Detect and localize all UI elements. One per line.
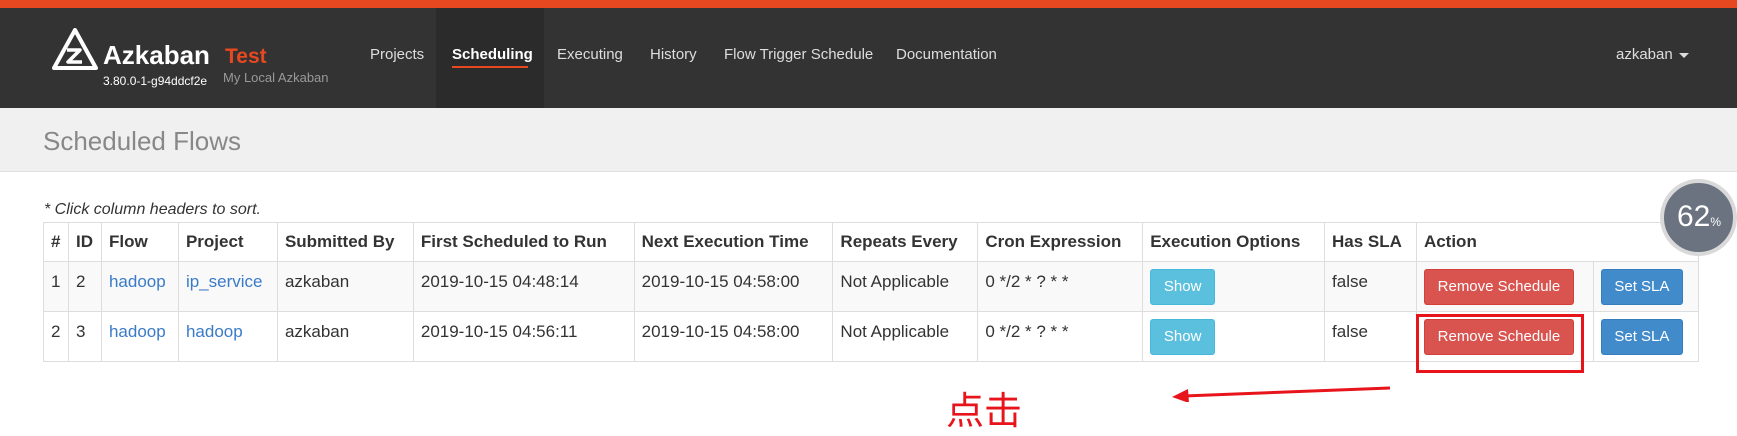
row-id: 2 <box>67 261 102 312</box>
row-project-cell: hadoop <box>177 311 278 362</box>
user-name: azkaban <box>1616 46 1673 63</box>
row-first-run: 2019-10-15 04:48:14 <box>412 261 635 312</box>
gauge-unit: % <box>1710 215 1722 229</box>
row-cron: 0 */2 * ? * * <box>977 261 1144 312</box>
azkaban-logo-icon[interactable] <box>52 28 98 72</box>
annotation-arrow-icon <box>1172 386 1391 402</box>
gauge-value: 62% <box>1677 200 1721 234</box>
row-flow-cell: hadoop <box>100 261 179 312</box>
header-action[interactable]: Action <box>1415 222 1700 262</box>
gauge-number: 62 <box>1677 200 1711 233</box>
header-execution-options[interactable]: Execution Options <box>1142 222 1326 262</box>
table-row: 1 2 hadoop ip_service azkaban 2019-10-15… <box>43 261 1700 312</box>
row-project-cell: ip_service <box>177 261 278 312</box>
nav-scheduling[interactable]: Scheduling <box>452 46 533 63</box>
row-num: 1 <box>43 261 69 312</box>
row-has-sla: false <box>1324 261 1417 312</box>
page-header <box>0 108 1737 172</box>
flow-link[interactable]: hadoop <box>109 322 166 341</box>
header-cron-expression[interactable]: Cron Expression <box>977 222 1144 262</box>
header-has-sla[interactable]: Has SLA <box>1324 222 1417 262</box>
sort-note: * Click column headers to sort. <box>44 201 261 218</box>
header-num[interactable]: # <box>43 222 69 262</box>
row-sla-cell: Set SLA <box>1592 261 1700 312</box>
project-link[interactable]: hadoop <box>186 322 243 341</box>
user-menu[interactable]: azkaban <box>1616 46 1689 63</box>
header-submitted-by[interactable]: Submitted By <box>276 222 414 262</box>
header-project[interactable]: Project <box>177 222 278 262</box>
top-accent-bar <box>0 0 1737 8</box>
header-id[interactable]: ID <box>67 222 102 262</box>
app-version: 3.80.0-1-g94ddcf2e <box>103 74 208 88</box>
page-title: Scheduled Flows <box>43 126 241 156</box>
header-flow[interactable]: Flow <box>100 222 179 262</box>
app-env-label: Test <box>225 45 267 68</box>
row-next-run: 2019-10-15 04:58:00 <box>633 311 834 362</box>
row-cron: 0 */2 * ? * * <box>977 311 1144 362</box>
nav-history[interactable]: History <box>650 46 697 63</box>
row-submitted-by: azkaban <box>276 261 414 312</box>
set-sla-button[interactable]: Set SLA <box>1600 319 1683 355</box>
row-sla-cell: Set SLA <box>1592 311 1700 362</box>
project-link[interactable]: ip_service <box>186 272 263 291</box>
show-options-button[interactable]: Show <box>1150 319 1216 355</box>
header-next-execution[interactable]: Next Execution Time <box>633 222 834 262</box>
row-options-cell: Show <box>1142 311 1326 362</box>
annotation-label: 点击 <box>946 389 1023 433</box>
remove-schedule-button[interactable]: Remove Schedule <box>1423 269 1574 305</box>
nav-executing[interactable]: Executing <box>557 46 623 63</box>
show-options-button[interactable]: Show <box>1150 269 1216 305</box>
header-first-scheduled[interactable]: First Scheduled to Run <box>412 222 635 262</box>
row-next-run: 2019-10-15 04:58:00 <box>633 261 834 312</box>
row-repeats: Not Applicable <box>832 261 979 312</box>
chevron-down-icon <box>1678 52 1689 58</box>
row-first-run: 2019-10-15 04:56:11 <box>412 311 635 362</box>
nav-flow-trigger-schedule[interactable]: Flow Trigger Schedule <box>724 46 873 63</box>
app-subtitle: My Local Azkaban <box>223 70 329 85</box>
row-submitted-by: azkaban <box>276 311 414 362</box>
nav-documentation[interactable]: Documentation <box>896 46 997 63</box>
row-has-sla: false <box>1324 311 1417 362</box>
nav-active-underline <box>452 66 528 68</box>
flow-link[interactable]: hadoop <box>109 272 166 291</box>
row-repeats: Not Applicable <box>832 311 979 362</box>
row-remove-cell: Remove Schedule <box>1415 261 1594 312</box>
annotation-highlight-box <box>1416 314 1584 373</box>
header-repeats-every[interactable]: Repeats Every <box>832 222 979 262</box>
table-header-row: # ID Flow Project Submitted By First Sch… <box>43 222 1700 262</box>
row-flow-cell: hadoop <box>100 311 179 362</box>
row-num: 2 <box>43 311 69 362</box>
app-name[interactable]: Azkaban <box>103 40 210 71</box>
row-id: 3 <box>67 311 102 362</box>
row-options-cell: Show <box>1142 261 1326 312</box>
nav-projects[interactable]: Projects <box>370 46 424 63</box>
set-sla-button[interactable]: Set SLA <box>1600 269 1683 305</box>
